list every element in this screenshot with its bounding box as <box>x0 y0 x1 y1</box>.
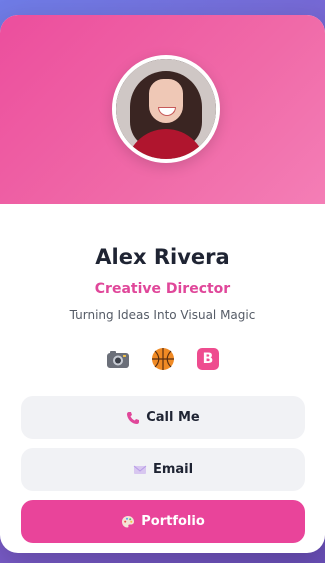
social-links: B <box>105 346 221 372</box>
envelope-icon <box>133 463 147 477</box>
profile-title: Creative Director <box>94 281 231 297</box>
call-me-label: Call Me <box>146 410 200 425</box>
call-me-button[interactable]: Call Me <box>21 396 305 439</box>
email-button[interactable]: Email <box>21 448 305 491</box>
phone-icon <box>126 411 140 425</box>
profile-card: Alex Rivera Creative Director Turning Id… <box>0 15 325 553</box>
portfolio-label: Portfolio <box>141 514 205 529</box>
palette-icon <box>121 515 135 529</box>
profile-name: Alex Rivera <box>95 245 230 269</box>
email-label: Email <box>152 462 194 477</box>
avatar <box>112 55 220 163</box>
behance-icon[interactable]: B <box>195 346 221 372</box>
portfolio-button[interactable]: Portfolio <box>21 500 305 543</box>
camera-icon[interactable] <box>105 346 131 372</box>
basketball-icon[interactable] <box>150 346 176 372</box>
profile-header-banner <box>0 15 325 204</box>
profile-tagline: Turning Ideas Into Visual Magic <box>69 308 256 322</box>
